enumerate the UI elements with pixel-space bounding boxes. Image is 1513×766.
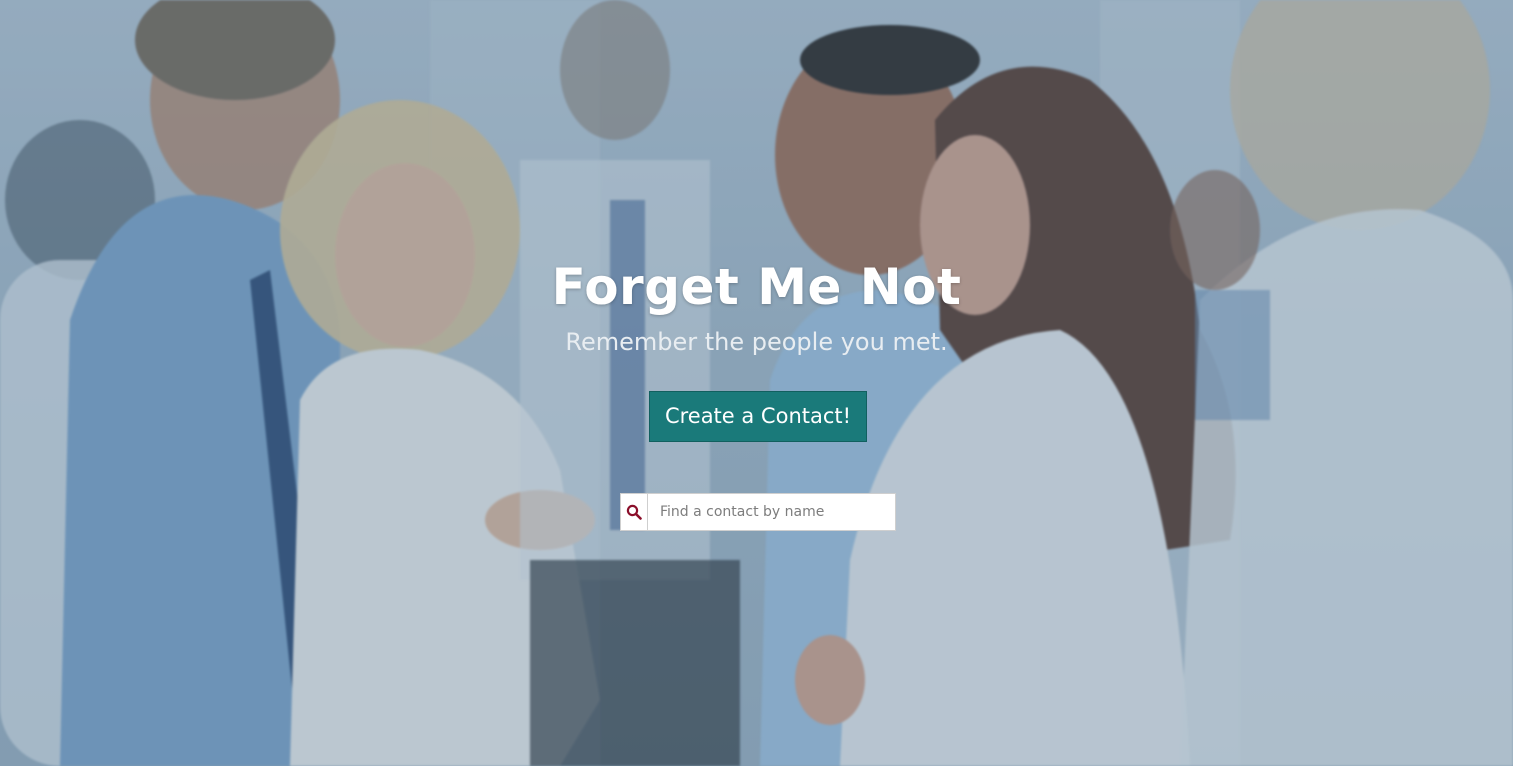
contact-search (620, 493, 896, 531)
search-input[interactable] (647, 493, 896, 531)
hero-section: Forget Me Not Remember the people you me… (0, 0, 1513, 766)
page-title: Forget Me Not (551, 258, 962, 316)
page-subtitle: Remember the people you met. (565, 328, 948, 356)
search-icon[interactable] (620, 493, 647, 531)
create-contact-button[interactable]: Create a Contact! (649, 391, 867, 442)
